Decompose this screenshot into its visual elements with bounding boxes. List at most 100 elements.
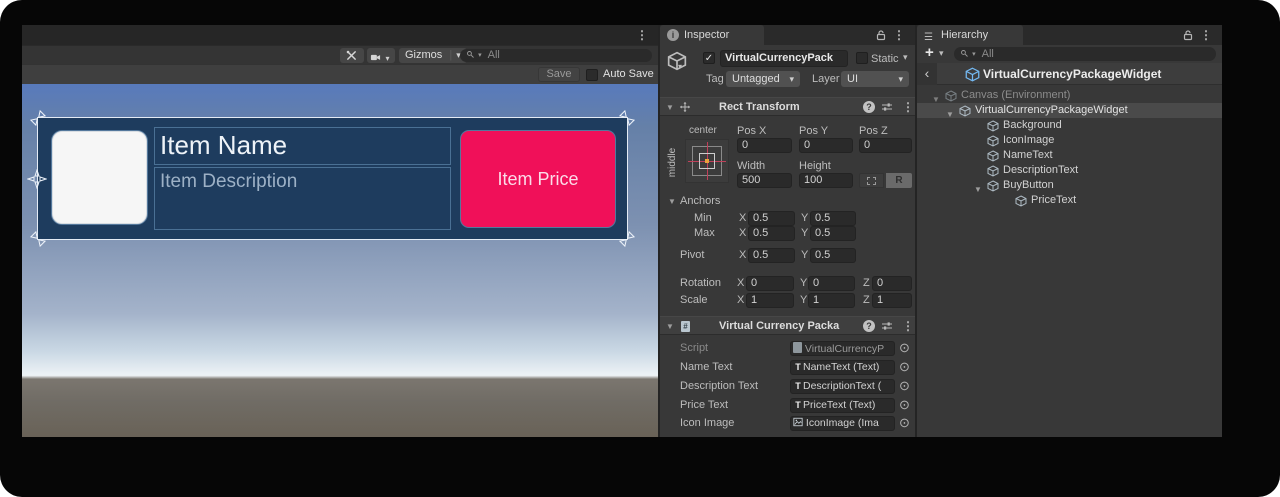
anchors-max-x-field[interactable]: 0.5 [748, 226, 795, 241]
tree-row-canvas[interactable]: ▼ Canvas (Environment) [917, 88, 1222, 103]
tag-dropdown[interactable]: Untagged▾ [726, 71, 800, 87]
rotation-z-field[interactable]: 0 [872, 276, 912, 291]
name-text-row-label: Name Text [680, 361, 732, 374]
tree-row-nametext[interactable]: NameText [917, 148, 1222, 163]
selection-handle-icon[interactable] [616, 107, 639, 130]
anchors-min-x-field[interactable]: 0.5 [748, 211, 795, 226]
rotation-y-field[interactable]: 0 [808, 276, 855, 291]
inspector-menu-kebab-icon[interactable]: ⋮ [893, 28, 905, 42]
tree-row-buybutton[interactable]: ▼ BuyButton [917, 178, 1222, 193]
lock-icon[interactable] [1182, 29, 1194, 41]
description-text-object-field[interactable]: TDescriptionText ( [790, 379, 895, 394]
hierarchy-search-input[interactable]: ▾ All [954, 47, 1216, 61]
vcp-component-header[interactable]: ▼ # Virtual Currency Packa ? ⋮ [660, 316, 915, 335]
height-field[interactable]: 100 [799, 173, 853, 188]
item-price-text: Item Price [497, 169, 578, 190]
name-text-object-field[interactable]: TNameText (Text) [790, 360, 895, 375]
scale-y-field[interactable]: 1 [808, 293, 855, 308]
pivot-x-field[interactable]: 0.5 [748, 248, 795, 263]
hierarchy-menu-kebab-icon[interactable]: ⋮ [1200, 28, 1212, 42]
tree-row-background[interactable]: Background [917, 118, 1222, 133]
anchor-gizmo-icon[interactable] [27, 169, 47, 189]
rect-transform-icon [679, 101, 691, 113]
back-button[interactable]: ‹ [917, 63, 937, 85]
script-object-value: VirtualCurrencyP [805, 343, 884, 355]
help-icon[interactable]: ? [863, 101, 875, 113]
script-object-field[interactable]: VirtualCurrencyP [790, 341, 895, 356]
icon-image-placeholder[interactable] [52, 131, 147, 224]
selection-handle-icon[interactable] [27, 107, 50, 130]
inspector-tab-bar: i Inspector ⋮ [660, 25, 915, 45]
active-checkbox[interactable]: ✓ [703, 52, 715, 64]
tree-row-iconimage[interactable]: IconImage [917, 133, 1222, 148]
prefab-breadcrumb-label[interactable]: VirtualCurrencyPackageWidget [983, 67, 1161, 81]
lock-icon[interactable] [875, 29, 887, 41]
tree-row-descriptiontext[interactable]: DescriptionText [917, 163, 1222, 178]
scene-viewport[interactable]: Item Name Item Description Item Price [22, 84, 658, 437]
object-picker-icon[interactable]: ⊙ [899, 341, 910, 354]
hierarchy-search-text: All [982, 48, 994, 60]
pos-z-field[interactable]: 0 [859, 138, 912, 153]
scene-menu-kebab-icon[interactable]: ⋮ [636, 28, 648, 42]
rotation-x-field[interactable]: 0 [746, 276, 794, 291]
anchor-preset-widget[interactable] [685, 139, 729, 183]
width-field[interactable]: 500 [737, 173, 792, 188]
scale-z-field[interactable]: 1 [872, 293, 912, 308]
object-picker-icon[interactable]: ⊙ [899, 398, 910, 411]
help-icon[interactable]: ? [863, 320, 875, 332]
anchors-min-y-field[interactable]: 0.5 [810, 211, 856, 226]
selection-handle-icon[interactable] [616, 228, 639, 251]
axis-y-label: Y [801, 249, 808, 262]
description-text-box[interactable]: Item Description [154, 167, 451, 230]
hierarchy-tab[interactable]: ☰ Hierarchy [917, 25, 1023, 45]
presets-icon[interactable] [881, 101, 893, 113]
tag-dropdown-icon: ▾ [789, 71, 794, 87]
rect-transform-kebab-icon[interactable]: ⋮ [902, 100, 914, 114]
create-dropdown-icon[interactable]: ▾ [939, 48, 944, 59]
tools-button[interactable] [340, 48, 364, 63]
widget-selection[interactable]: Item Name Item Description Item Price [37, 117, 628, 240]
static-checkbox[interactable] [856, 52, 868, 64]
inspector-tab[interactable]: i Inspector [660, 25, 764, 45]
buy-button[interactable]: Item Price [461, 131, 615, 227]
object-picker-icon[interactable]: ⊙ [899, 416, 910, 429]
vcp-kebab-icon[interactable]: ⋮ [902, 319, 914, 333]
anchors-label: Anchors [680, 195, 720, 208]
gameobject-cube-dropdown-icon[interactable]: ▾ [678, 62, 682, 71]
price-text-object-field[interactable]: TPriceText (Text) [790, 398, 895, 413]
rect-transform-header[interactable]: ▼ Rect Transform ? ⋮ [660, 97, 915, 116]
presets-icon[interactable] [881, 320, 893, 332]
gameobject-cube-icon[interactable] [667, 51, 687, 71]
tree-row-root[interactable]: ▼ VirtualCurrencyPackageWidget [917, 103, 1222, 118]
name-text-box[interactable]: Item Name [154, 127, 451, 165]
icon-image-object-field[interactable]: IconImage (Ima [790, 416, 895, 431]
pos-x-field[interactable]: 0 [737, 138, 792, 153]
gizmos-dropdown[interactable]: Gizmos |▾ [399, 48, 467, 63]
tree-row-pricetext[interactable]: PriceText [917, 193, 1222, 208]
blueprint-mode-button[interactable] [859, 173, 884, 188]
create-button[interactable]: + [925, 44, 934, 61]
anchors-foldout-icon[interactable]: ▼ [668, 197, 676, 206]
text-component-icon: T [793, 380, 803, 393]
selection-handle-icon[interactable] [27, 228, 50, 251]
scene-tab-bar: ⋮ [22, 25, 658, 45]
object-picker-icon[interactable]: ⊙ [899, 360, 910, 373]
hierarchy-tab-bar: ☰ Hierarchy ⋮ [917, 25, 1222, 45]
object-picker-icon[interactable]: ⊙ [899, 379, 910, 392]
foldout-icon[interactable]: ▼ [666, 103, 674, 112]
foldout-icon[interactable]: ▼ [666, 322, 674, 331]
layer-dropdown[interactable]: UI▾ [841, 71, 909, 87]
save-button[interactable]: Save [538, 67, 580, 82]
search-icon [466, 50, 475, 59]
raw-edit-mode-button[interactable]: R [886, 173, 912, 188]
pivot-y-field[interactable]: 0.5 [810, 248, 856, 263]
scale-x-field[interactable]: 1 [746, 293, 794, 308]
gameobject-name-field[interactable]: VirtualCurrencyPack [720, 50, 848, 67]
pos-y-field[interactable]: 0 [799, 138, 853, 153]
anchors-max-y-field[interactable]: 0.5 [810, 226, 856, 241]
camera-button[interactable]: ▾ [367, 48, 395, 63]
static-dropdown-icon[interactable]: ▾ [903, 52, 908, 63]
axis-y-label: Y [800, 277, 807, 290]
scene-search-input[interactable]: ▾ All [460, 49, 652, 62]
auto-save-checkbox[interactable] [586, 69, 598, 81]
